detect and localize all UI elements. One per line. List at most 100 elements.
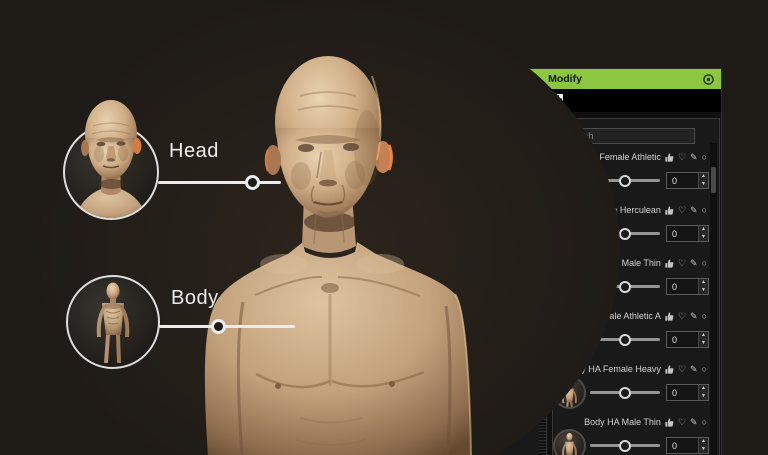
reset-icon[interactable]: ○ — [702, 312, 707, 321]
morph-slider[interactable] — [590, 338, 660, 341]
slider-handle[interactable] — [619, 440, 631, 452]
pencil-icon[interactable]: ✎ — [690, 153, 698, 162]
morph-value-input[interactable]: 0 ▲ ▼ — [666, 331, 709, 348]
tree-item[interactable]: ▸ ✓ Jaw — [418, 437, 537, 451]
morph-slider[interactable] — [590, 232, 660, 235]
tree-expander-icon[interactable]: ▸ — [453, 211, 462, 219]
tree-item-checkbox[interactable]: ✓ — [465, 424, 475, 434]
tab-morph[interactable] — [477, 91, 502, 112]
tree-item[interactable]: ▸ ✓ Cheek — [418, 394, 537, 408]
tree-expander-icon[interactable]: ▸ — [453, 225, 462, 233]
thumbs-up-icon[interactable] — [665, 418, 674, 427]
tree-item[interactable]: ▸ ✓ Torso — [418, 236, 537, 250]
pencil-icon[interactable]: ✎ — [690, 206, 698, 215]
tree-item[interactable]: ▸ ✓ Brow — [418, 351, 537, 365]
spin-down-icon[interactable]: ▼ — [699, 340, 708, 348]
tree-item-checkbox[interactable]: ✓ — [465, 253, 475, 263]
spin-up-icon[interactable]: ▲ — [699, 385, 708, 393]
reset-icon[interactable]: ○ — [702, 153, 707, 162]
head-callout-node[interactable] — [245, 175, 260, 190]
spin-down-icon[interactable]: ▼ — [699, 234, 708, 242]
slider-handle[interactable] — [619, 387, 631, 399]
tree-item-checkbox[interactable]: ✓ — [465, 396, 475, 406]
tab-actor[interactable] — [445, 91, 470, 112]
thumbs-up-icon[interactable] — [665, 206, 674, 215]
reset-icon[interactable]: ○ — [702, 206, 707, 215]
tree-item[interactable]: ▸ ✓ Hand — [418, 208, 537, 222]
gear-target-icon[interactable] — [702, 73, 715, 86]
pencil-icon[interactable]: ✎ — [690, 312, 698, 321]
tree-item-checkbox[interactable]: ✓ — [465, 267, 475, 277]
tree-item-checkbox[interactable]: ✓ — [465, 181, 475, 191]
spin-down-icon[interactable]: ▼ — [699, 393, 708, 401]
morph-slider[interactable] — [590, 444, 660, 447]
body-callout-node[interactable] — [211, 319, 226, 334]
pencil-icon[interactable]: ✎ — [690, 418, 698, 427]
morph-value-input[interactable]: 0 ▲ ▼ — [666, 384, 709, 401]
tree-expander-icon[interactable]: ▸ — [453, 240, 462, 248]
panel-header[interactable]: Modify — [409, 69, 721, 90]
spin-down-icon[interactable]: ▼ — [699, 287, 708, 295]
spin-up-icon[interactable]: ▲ — [699, 332, 708, 340]
spin-down-icon[interactable]: ▼ — [699, 446, 708, 454]
tree-expander-icon[interactable]: ▸ — [453, 182, 462, 190]
spin-down-icon[interactable]: ▼ — [699, 181, 708, 189]
morph-slider[interactable] — [590, 391, 660, 394]
tree-item[interactable]: ▸ ✓ Arm — [418, 193, 537, 207]
morph-value-input[interactable]: 0 ▲ ▼ — [666, 278, 709, 295]
thumbs-up-icon[interactable] — [665, 153, 674, 162]
tree-item-checkbox[interactable]: ✓ — [465, 224, 475, 234]
reset-icon[interactable]: ○ — [702, 418, 707, 427]
tree-item-checkbox[interactable]: ✓ — [431, 153, 441, 163]
tree-item-checkbox[interactable]: ✓ — [465, 210, 475, 220]
tree-item-checkbox[interactable]: ✓ — [465, 439, 475, 449]
tree-item-checkbox[interactable]: ✓ — [465, 324, 475, 334]
tree-item[interactable]: ▸ ✓ Chest — [418, 222, 537, 236]
tree-expander-icon[interactable]: ▸ — [453, 440, 462, 448]
tree-expander-icon[interactable]: ▸ — [453, 382, 462, 390]
tree-expander-icon[interactable]: ▸ — [453, 340, 462, 348]
tree-item[interactable]: ◢ ✓ Actor — [418, 151, 537, 165]
tree-expander-icon[interactable]: ◢ — [436, 168, 445, 176]
tree-expander-icon[interactable]: ▸ — [453, 197, 462, 205]
slider-handle[interactable] — [619, 175, 631, 187]
slider-handle[interactable] — [619, 228, 631, 240]
reset-icon[interactable]: ○ — [702, 259, 707, 268]
morph-value-input[interactable]: 0 ▲ ▼ — [666, 437, 709, 454]
tree-item[interactable]: ● Currently Used — [418, 122, 537, 136]
morph-scrollbar[interactable] — [710, 143, 717, 455]
heart-icon[interactable]: ♡ — [678, 418, 686, 427]
pencil-icon[interactable]: ✎ — [690, 259, 698, 268]
spin-up-icon[interactable]: ▲ — [699, 438, 708, 446]
pencil-icon[interactable]: ✎ — [690, 365, 698, 374]
tree-item[interactable]: ▸ ✓ Eye — [418, 365, 537, 379]
tree-expander-icon[interactable]: ◢ — [436, 297, 445, 305]
tree-expander-icon[interactable]: ▸ — [453, 282, 462, 290]
heart-icon[interactable]: ♡ — [678, 153, 686, 162]
tree-item[interactable]: ▸ ✓ Waist — [418, 251, 537, 265]
tree-item-checkbox[interactable]: ✓ — [465, 239, 475, 249]
tree-item-checkbox[interactable]: ✓ — [448, 167, 458, 177]
tree-item[interactable]: ▸ ✓ Chin — [418, 451, 537, 455]
heart-icon[interactable]: ♡ — [678, 365, 686, 374]
tree-item-checkbox[interactable]: ✓ — [465, 353, 475, 363]
search-input[interactable] — [559, 128, 695, 144]
thumbs-up-icon[interactable] — [665, 312, 674, 321]
spin-up-icon[interactable]: ▲ — [699, 173, 708, 181]
tree-item-checkbox[interactable]: ✓ — [465, 339, 475, 349]
tree-item[interactable]: ▸ ✓ Full Head — [418, 308, 537, 322]
tree-item[interactable]: ▸ ✓ Mouth — [418, 422, 537, 436]
tab-texture[interactable] — [541, 91, 566, 112]
morph-value-input[interactable]: 0 ▲ ▼ — [666, 225, 709, 242]
tree-item[interactable]: ▸ ✓ Nose — [418, 408, 537, 422]
tree-item[interactable]: ▸ ✓ Leg — [418, 265, 537, 279]
tree-item[interactable]: ◢ ✓ Body — [418, 165, 537, 179]
morph-slider[interactable] — [590, 179, 660, 182]
tree-item-checkbox[interactable]: ✓ — [465, 196, 475, 206]
tree-item[interactable]: ▸ ✓ Forehead — [418, 336, 537, 350]
tree-scrollbar[interactable] — [538, 119, 546, 455]
morph-thumbnail[interactable] — [553, 270, 586, 303]
morph-thumbnail[interactable] — [553, 429, 586, 455]
heart-icon[interactable]: ♡ — [678, 312, 686, 321]
tree-expander-icon[interactable]: ◢ — [419, 154, 428, 162]
